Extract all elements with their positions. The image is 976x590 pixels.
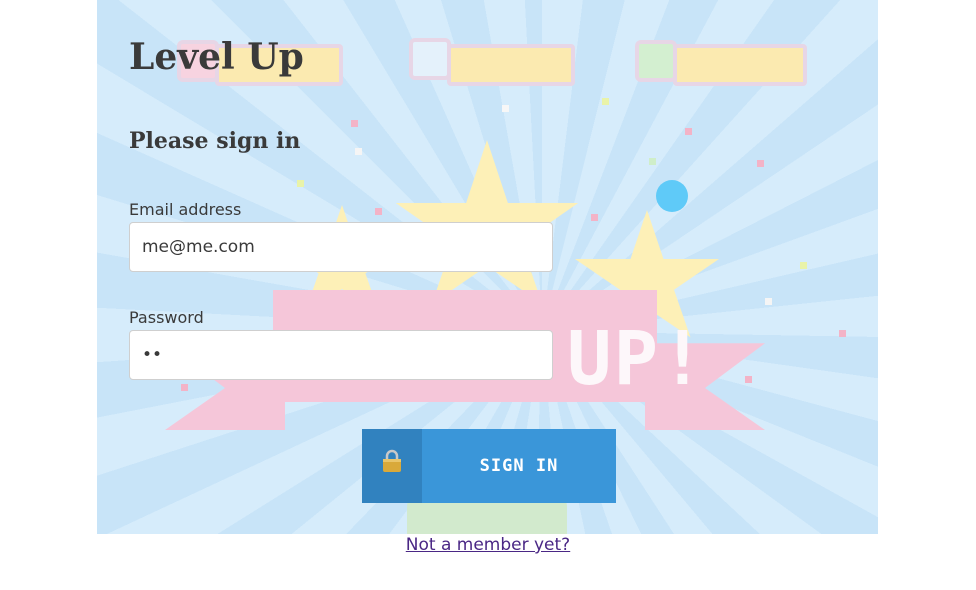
confetti bbox=[351, 120, 358, 127]
not-a-member-link[interactable]: Not a member yet? bbox=[0, 535, 976, 555]
form-heading: Please sign in bbox=[129, 128, 301, 154]
confetti bbox=[765, 298, 772, 305]
password-label: Password bbox=[129, 308, 204, 327]
confetti bbox=[757, 160, 764, 167]
email-field[interactable]: me@me.com bbox=[129, 222, 553, 272]
plus-gem-icon bbox=[635, 40, 677, 82]
confetti bbox=[602, 98, 609, 105]
confetti bbox=[181, 384, 188, 391]
confetti bbox=[591, 214, 598, 221]
confetti bbox=[839, 330, 846, 337]
password-field[interactable]: •• bbox=[129, 330, 553, 380]
confetti bbox=[375, 208, 382, 215]
email-label: Email address bbox=[129, 200, 242, 219]
confetti bbox=[502, 105, 509, 112]
shield-gem-icon bbox=[409, 38, 451, 80]
confetti bbox=[800, 262, 807, 269]
confetti bbox=[685, 128, 692, 135]
confetti bbox=[297, 180, 304, 187]
padlock-icon bbox=[362, 429, 422, 503]
confetti bbox=[649, 158, 656, 165]
pointer-dot bbox=[656, 180, 688, 212]
sign-in-label: SIGN IN bbox=[422, 429, 616, 503]
xp-bar bbox=[673, 44, 807, 86]
banner-text: UP! bbox=[567, 316, 707, 402]
login-panel: UP! Level Up Please sign in Email addres… bbox=[97, 0, 878, 534]
shield-bar bbox=[447, 44, 575, 86]
confetti bbox=[745, 376, 752, 383]
confetti bbox=[355, 148, 362, 155]
app-title: Level Up bbox=[129, 36, 304, 78]
sign-in-button[interactable]: SIGN IN bbox=[362, 429, 616, 503]
